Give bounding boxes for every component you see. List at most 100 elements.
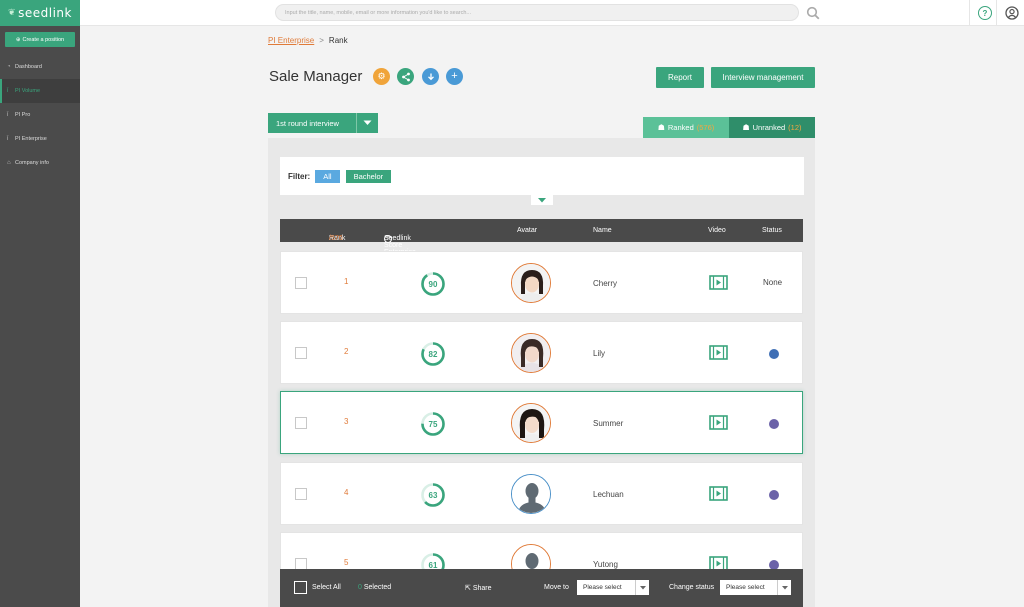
row-status: None <box>763 278 783 287</box>
sidebar-item-label: PI Volume <box>15 88 41 94</box>
row-name: Cherry <box>593 279 618 288</box>
share-icon: ⇱ <box>465 585 471 592</box>
header-status: Status <box>762 227 782 234</box>
interview-management-button[interactable]: Interview management <box>711 67 815 88</box>
status-dot[interactable] <box>769 490 779 500</box>
plus-icon: + <box>451 70 458 82</box>
users-icon: ☗ <box>657 123 665 132</box>
row-score: 82 <box>429 350 438 359</box>
header-avatar: Avatar <box>517 227 538 234</box>
download-icon <box>427 73 434 80</box>
change-status-select[interactable]: Please select <box>720 580 791 595</box>
sidebar: ❦ seedlink ⊕ Create a position ◔ Dashboard… <box>0 0 80 607</box>
sidebar-item-label: Dashboard <box>15 64 42 70</box>
breadcrumb-current: Rank <box>328 36 348 45</box>
chevron-down-icon <box>356 113 378 133</box>
plus-icon: ⊕ <box>15 36 21 43</box>
leaf-icon: ❦ <box>8 8 17 18</box>
pi-icon: ǐ <box>7 112 9 118</box>
select-all-label[interactable]: Select All <box>312 584 341 591</box>
logo-text: seedlink <box>18 6 72 20</box>
avatar-photo <box>512 334 550 372</box>
add-button[interactable]: + <box>446 68 463 85</box>
row-rank: 4 <box>344 488 349 497</box>
select-all-checkbox[interactable] <box>294 581 307 594</box>
score-ring: 82 <box>421 342 445 366</box>
score-ring: 75 <box>421 412 445 436</box>
row-rank: 2 <box>344 347 349 356</box>
tab-unranked-count: (12) <box>788 123 802 132</box>
avatar[interactable] <box>511 263 551 303</box>
video-icon[interactable] <box>709 486 728 501</box>
sidebar-item-dashboard[interactable]: ◔ Dashboard <box>0 55 80 79</box>
users-icon: ☗ <box>742 123 750 132</box>
selected-counter: 0 Selected <box>358 584 391 591</box>
row-checkbox[interactable] <box>295 277 307 289</box>
tab-ranked[interactable]: ☗ Ranked (576) <box>643 117 729 138</box>
tab-unranked[interactable]: ☗ Unranked (12) <box>729 117 815 138</box>
report-button[interactable]: Report <box>656 67 704 88</box>
sidebar-nav: ◔ Dashboard ǐ PI Volume ǐ PI Pro ǐ PI Enterp… <box>0 55 80 175</box>
help-icon[interactable]: ? <box>384 235 392 243</box>
pi-icon: ǐ <box>7 136 9 142</box>
table-row[interactable]: 2 82 Lily <box>280 321 803 384</box>
download-button[interactable] <box>422 68 439 85</box>
row-checkbox[interactable] <box>295 417 307 429</box>
table-header: Rank/576 Seedlink Score Enterprise ? Ava… <box>280 219 803 256</box>
table-row[interactable]: 3 75 Summer <box>280 391 803 454</box>
interview-round-select[interactable]: 1st round interview <box>268 113 378 133</box>
avatar[interactable] <box>511 474 551 514</box>
user-icon[interactable] <box>1005 6 1019 20</box>
sidebar-item-pi-volume[interactable]: ǐ PI Volume <box>0 79 80 103</box>
avatar[interactable] <box>511 333 551 373</box>
logo[interactable]: ❦ seedlink <box>0 0 80 26</box>
search-input[interactable] <box>275 4 799 21</box>
video-icon[interactable] <box>709 345 728 360</box>
create-position-button[interactable]: ⊕ Create a position <box>5 32 75 47</box>
table-row[interactable]: 1 90 Cherry None <box>280 251 803 314</box>
table-row[interactable]: 4 63 Lechuan <box>280 462 803 525</box>
create-position-label: Create a position <box>22 36 65 43</box>
move-to-select[interactable]: Please select <box>577 580 649 595</box>
sidebar-item-pi-pro[interactable]: ǐ PI Pro <box>0 103 80 127</box>
filter-chip-all[interactable]: All <box>315 169 340 183</box>
gear-icon: ⚙ <box>377 71 386 81</box>
filter-chip-bachelor[interactable]: Bachelor <box>345 169 392 183</box>
share-position-button[interactable] <box>397 68 414 85</box>
selected-label: Selected <box>363 584 392 591</box>
status-dot[interactable] <box>769 419 779 429</box>
breadcrumb-parent-link[interactable]: PI Enterprise <box>268 36 314 45</box>
row-name: Lechuan <box>593 490 624 499</box>
share-button[interactable]: ⇱ Share <box>465 584 492 592</box>
row-rank: 3 <box>344 417 349 426</box>
row-checkbox[interactable] <box>295 488 307 500</box>
avatar[interactable] <box>511 403 551 443</box>
sidebar-item-label: PI Enterprise <box>15 136 47 142</box>
share-icon <box>401 72 410 81</box>
status-dot[interactable] <box>769 349 779 359</box>
bulk-action-bar: Select All 0 Selected ⇱ Share Move to Pl… <box>280 569 803 607</box>
page-title: Sale Manager <box>269 68 363 85</box>
settings-button[interactable]: ⚙ <box>373 68 390 85</box>
sidebar-item-company-info[interactable]: ⌂ Company info <box>0 151 80 175</box>
share-label: Share <box>472 585 492 592</box>
tab-unranked-label: Unranked <box>752 123 786 132</box>
search-icon[interactable] <box>806 6 820 20</box>
company-icon: ⌂ <box>7 160 11 166</box>
topbar: ? <box>80 0 1024 26</box>
sidebar-item-pi-enterprise[interactable]: ǐ PI Enterprise <box>0 127 80 151</box>
tab-ranked-count: (576) <box>696 123 715 132</box>
video-icon[interactable] <box>709 275 728 290</box>
header-rank-total: /576 <box>329 235 343 242</box>
video-icon[interactable] <box>709 415 728 430</box>
row-checkbox[interactable] <box>295 347 307 359</box>
row-score: 90 <box>429 280 438 289</box>
avatar-photo <box>512 264 550 302</box>
chevron-down-icon <box>538 197 546 202</box>
move-to-label: Move to <box>544 584 569 591</box>
change-status-label: Change status <box>669 584 715 591</box>
help-icon[interactable]: ? <box>978 6 992 20</box>
row-rank: 5 <box>344 558 349 567</box>
filter-expand-toggle[interactable] <box>531 195 553 205</box>
breadcrumb-separator: > <box>319 36 324 45</box>
